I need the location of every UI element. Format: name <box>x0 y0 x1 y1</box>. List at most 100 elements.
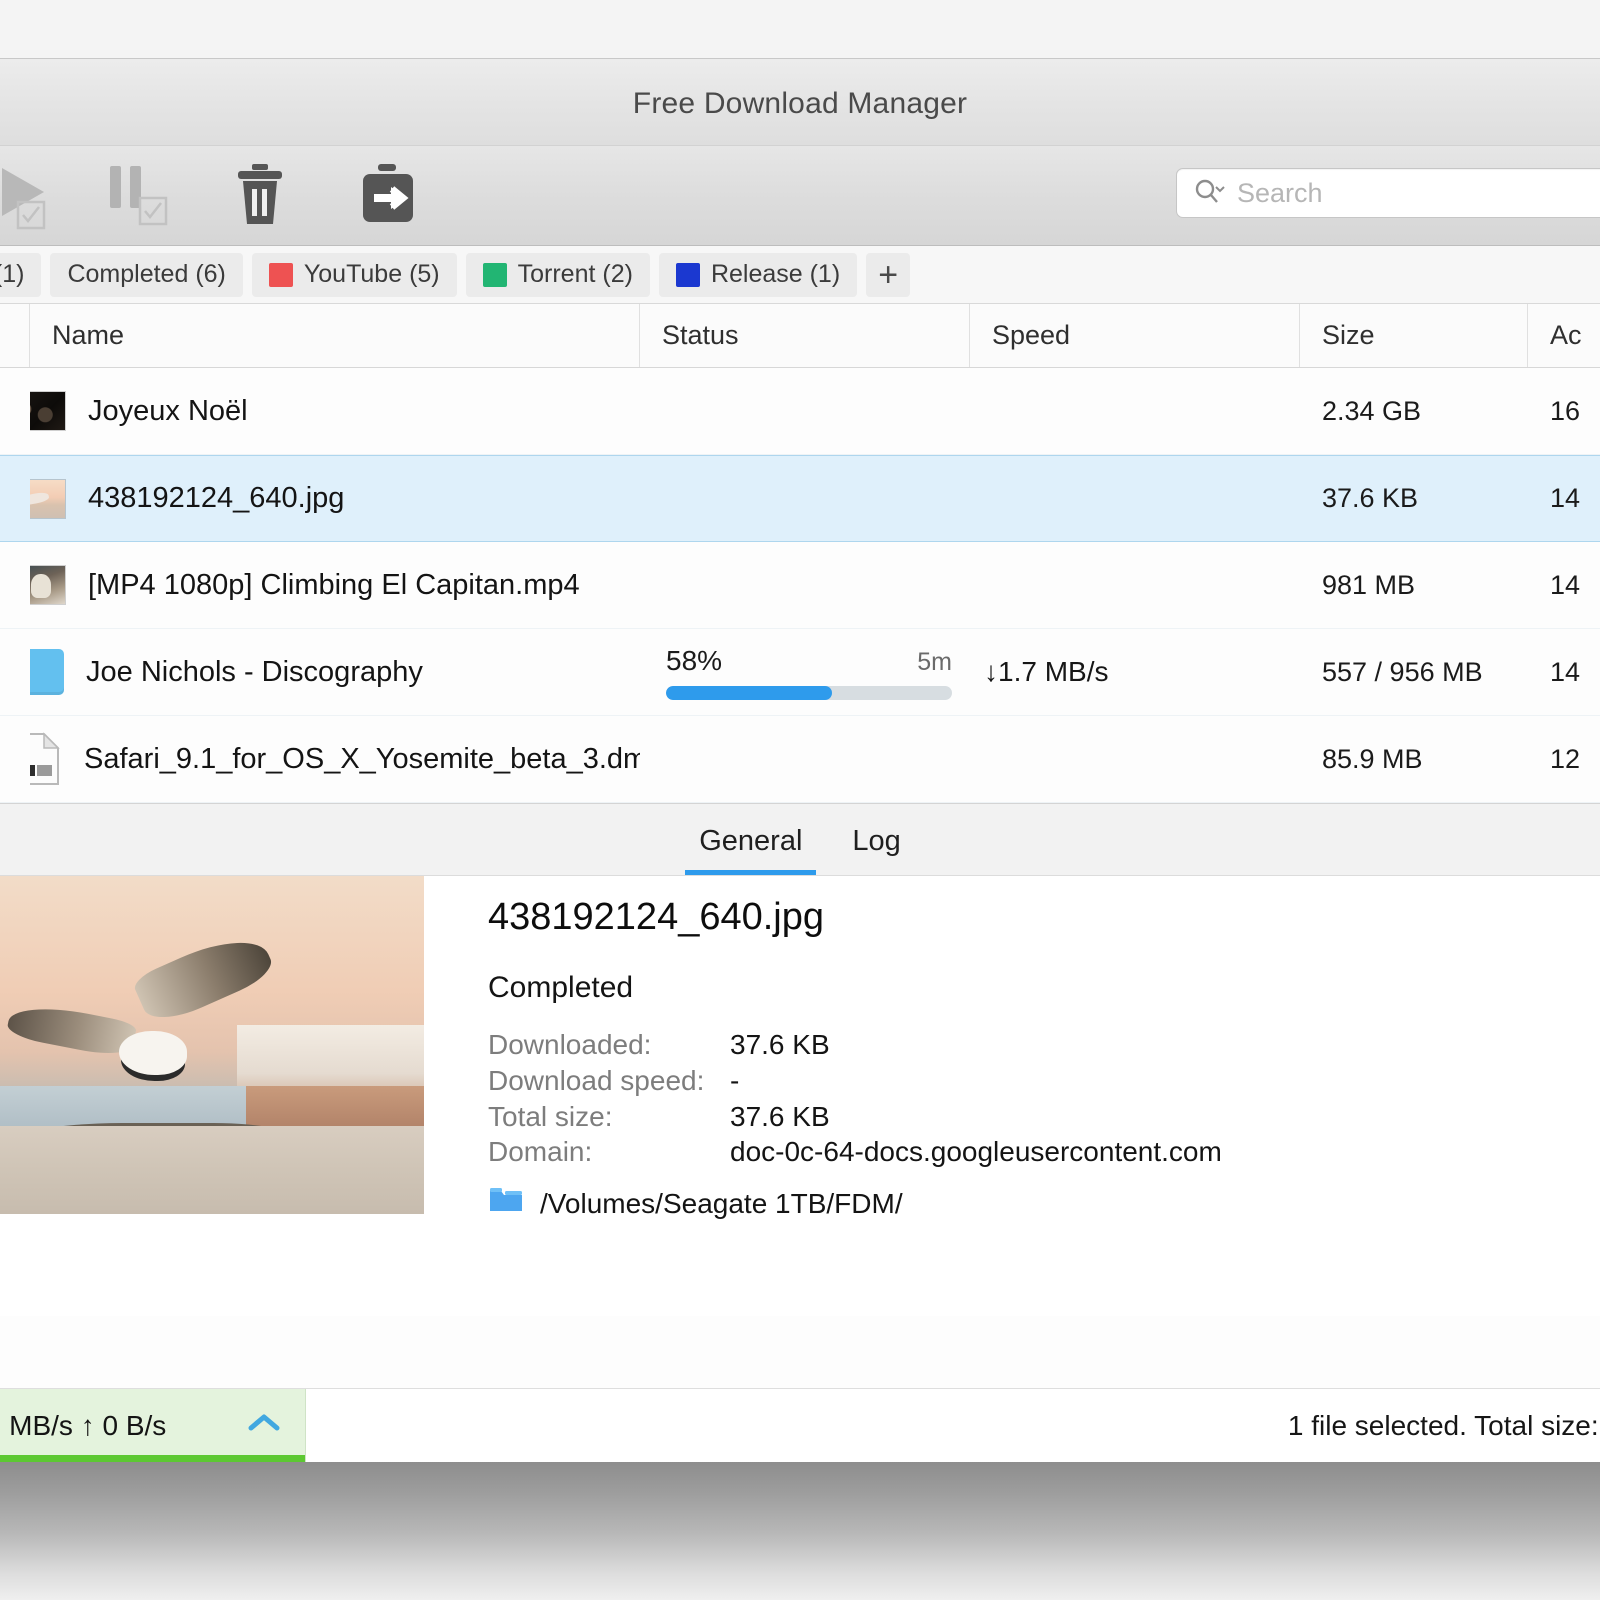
start-downloads-button[interactable] <box>0 158 66 234</box>
category-tab-release[interactable]: Release (1) <box>658 252 858 297</box>
detail-body: 438192124_640.jpg Completed Downloaded: … <box>0 876 1600 1316</box>
dmg-file-icon <box>30 732 62 786</box>
info-row-total-size: Total size: 37.6 KB <box>488 1099 1600 1135</box>
row-status-cell <box>640 716 970 802</box>
table-row[interactable]: Safari_9.1_for_OS_X_Yosemite_beta_3.dmg … <box>0 716 1600 803</box>
table-row[interactable]: Joe Nichols - Discography 58% 5m ↓1.7 MB… <box>0 629 1600 716</box>
column-header-size[interactable]: Size <box>1300 304 1528 367</box>
header-gutter <box>0 304 30 367</box>
pause-downloads-button[interactable] <box>86 158 194 234</box>
row-name-cell: 438192124_640.jpg <box>30 456 640 541</box>
plus-icon: + <box>878 255 899 294</box>
row-name-cell: Joyeux Noël <box>30 368 640 454</box>
info-label: Downloaded: <box>488 1029 652 1060</box>
info-label: Download speed: <box>488 1064 705 1096</box>
wallpaper-band <box>0 1462 1600 1600</box>
progress-widget: 58% 5m <box>640 645 970 700</box>
row-size-cell: 85.9 MB <box>1322 743 1423 774</box>
row-status-cell: 58% 5m <box>640 629 970 715</box>
color-swatch-icon <box>482 262 507 287</box>
row-status-cell <box>640 456 970 541</box>
category-tab-completed[interactable]: Completed (6) <box>50 252 243 297</box>
add-category-button[interactable]: + <box>866 252 911 297</box>
row-size-cell: 557 / 956 MB <box>1322 656 1483 687</box>
toolbar <box>0 146 1600 246</box>
info-row-domain: Domain: doc-0c-64-docs.googleusercontent… <box>488 1134 1600 1170</box>
speed-text: .7 MB/s ↑ 0 B/s <box>0 1409 167 1441</box>
dark-video-thumbnail <box>30 391 66 431</box>
category-tab-active[interactable]: ive (1) <box>0 252 42 297</box>
info-value: 37.6 KB <box>730 1100 830 1132</box>
column-header-added[interactable]: Ac <box>1528 304 1600 367</box>
column-header-name[interactable]: Name <box>30 304 640 367</box>
row-added-cell: 16 <box>1550 395 1581 426</box>
row-speed-cell <box>970 716 1300 802</box>
category-tab-label: ive (1) <box>0 260 25 288</box>
delete-download-button[interactable] <box>210 158 318 234</box>
status-bar: .7 MB/s ↑ 0 B/s 1 file selected. Total s… <box>0 1388 1600 1462</box>
info-label: Total size: <box>488 1100 613 1132</box>
category-tab-label: Release (1) <box>710 260 841 288</box>
speed-indicator[interactable]: .7 MB/s ↑ 0 B/s <box>0 1389 306 1462</box>
window-title: Free Download Manager <box>632 87 968 120</box>
row-name-cell: [MP4 1080p] Climbing El Capitan.mp4 <box>30 542 640 628</box>
category-tab-bar: ive (1) Completed (6) YouTube (5) Torren… <box>0 246 1600 304</box>
search-icon <box>1193 178 1227 209</box>
category-tab-label: Torrent (2) <box>517 260 633 288</box>
column-header-status[interactable]: Status <box>640 304 970 367</box>
download-speed: ↓1.7 MB/s <box>984 656 1109 687</box>
tab-log[interactable]: Log <box>838 825 914 875</box>
progress-eta: 5m <box>917 647 952 676</box>
info-label: Domain: <box>488 1136 593 1168</box>
search-input[interactable] <box>1237 177 1600 209</box>
climbing-video-thumbnail <box>30 565 66 605</box>
title-bar: Free Download Manager <box>0 59 1600 146</box>
row-speed-cell <box>970 368 1300 454</box>
move-download-button[interactable] <box>336 158 444 234</box>
info-row-download-speed: Download speed: - <box>488 1063 1600 1099</box>
progress-track <box>666 685 952 700</box>
row-speed-cell: ↓1.7 MB/s <box>970 629 1300 715</box>
row-size-cell: 37.6 KB <box>1322 483 1419 513</box>
download-name: Joyeux Noël <box>88 394 248 427</box>
row-size-cell: 2.34 GB <box>1322 395 1422 426</box>
color-swatch-icon <box>268 262 293 287</box>
row-name-cell: Joe Nichols - Discography <box>30 629 640 715</box>
table-header: Name Status Speed Size Ac <box>0 304 1600 368</box>
desktop-background: Free Download Manager Search 1) Complete… <box>0 0 1600 1600</box>
app-window: Free Download Manager Search 1) Complete… <box>0 58 1600 1462</box>
row-speed-cell <box>970 542 1300 628</box>
column-header-speed[interactable]: Speed <box>970 304 1300 367</box>
info-value: 37.6 KB <box>730 1029 830 1060</box>
tab-general[interactable]: General <box>685 825 817 875</box>
detail-info: 438192124_640.jpg Completed Downloaded: … <box>424 876 1600 1316</box>
row-added-cell: 14 <box>1550 483 1581 513</box>
selection-text: 1 file selected. Total size: 3 <box>1287 1409 1600 1441</box>
detail-panel: General Log 438192124_640.jpg Completed <box>0 803 1600 1316</box>
progress-percent: 58% <box>666 644 723 676</box>
folder-icon <box>488 1186 524 1221</box>
row-added-cell: 14 <box>1550 656 1581 687</box>
search-field[interactable] <box>1176 168 1600 218</box>
table-row[interactable]: [MP4 1080p] Climbing El Capitan.mp4 981 … <box>0 542 1600 629</box>
download-name: Joe Nichols - Discography <box>86 655 423 688</box>
row-status-cell <box>640 368 970 454</box>
info-value: - <box>730 1064 740 1096</box>
table-row[interactable]: Joyeux Noël 2.34 GB 16 <box>0 368 1600 455</box>
selection-summary: 1 file selected. Total size: 3 <box>306 1389 1600 1462</box>
row-added-cell: 12 <box>1550 743 1581 774</box>
row-size-cell: 981 MB <box>1322 569 1416 600</box>
download-name: [MP4 1080p] Climbing El Capitan.mp4 <box>88 568 580 601</box>
color-swatch-icon <box>675 262 700 287</box>
download-name: 438192124_640.jpg <box>88 482 345 514</box>
category-tab-torrent[interactable]: Torrent (2) <box>465 252 650 297</box>
download-path: /Volumes/Seagate 1TB/FDM/ <box>540 1187 903 1219</box>
download-folder-row[interactable]: /Volumes/Seagate 1TB/FDM/ <box>488 1186 1600 1221</box>
download-name: Safari_9.1_for_OS_X_Yosemite_beta_3.dmg <box>84 742 640 775</box>
chevron-up-icon[interactable] <box>245 1411 283 1440</box>
file-preview-image <box>0 876 424 1214</box>
row-speed-cell <box>970 456 1300 541</box>
table-row[interactable]: 438192124_640.jpg 37.6 KB 14 <box>0 455 1600 542</box>
detail-filename: 438192124_640.jpg <box>488 896 825 938</box>
category-tab-youtube[interactable]: YouTube (5) <box>251 252 457 297</box>
